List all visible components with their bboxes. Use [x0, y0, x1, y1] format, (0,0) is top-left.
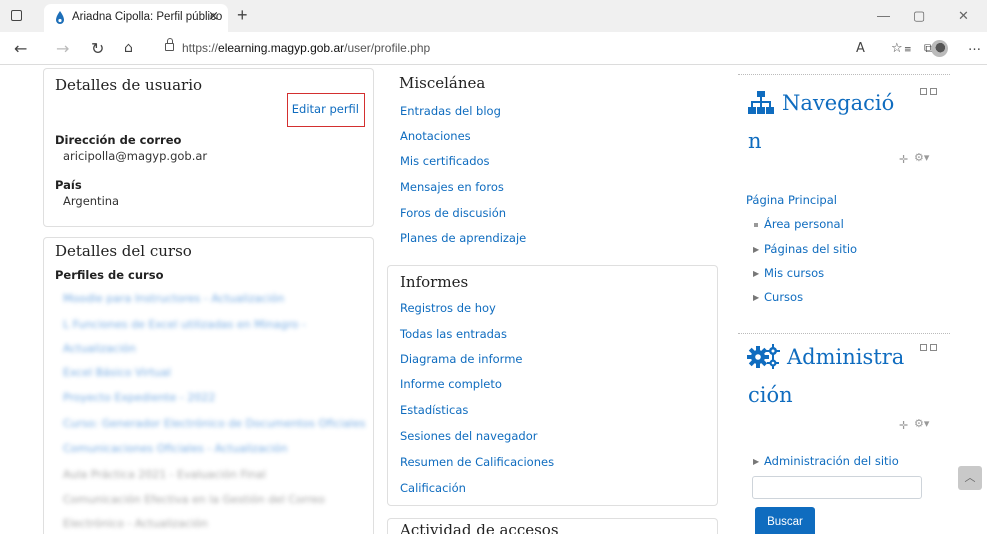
forward-icon[interactable]: → — [56, 39, 69, 58]
url-field[interactable]: https://elearning.magyp.gob.ar/user/prof… — [182, 41, 430, 55]
reports-title: Informes — [400, 273, 469, 291]
email-link[interactable]: aricipolla@magyp.gob.ar — [63, 149, 207, 163]
todays-logs-link[interactable]: Registros de hoy — [400, 301, 496, 315]
search-button[interactable]: Buscar — [755, 507, 815, 534]
country-value: Argentina — [63, 194, 120, 208]
expand-arrow-icon[interactable]: ▶ — [753, 245, 759, 254]
favorites-icon[interactable]: ☆ — [891, 41, 903, 56]
expand-arrow-icon[interactable]: ▶ — [753, 269, 759, 278]
lock-icon[interactable] — [165, 38, 174, 51]
nav-site-pages-link[interactable]: Páginas del sitio — [764, 242, 857, 256]
site-administration-link[interactable]: Administración del sitio — [764, 454, 899, 468]
course-profiles-label: Perfiles de curso — [55, 268, 164, 282]
misc-title: Miscelánea — [399, 74, 486, 92]
new-tab-icon[interactable]: + — [237, 5, 248, 26]
course-profile-link[interactable]: Proyecto Expediente - 2022 — [63, 391, 215, 404]
course-profile-link[interactable]: Comunicaciones Oficiales - Actualización — [63, 442, 288, 455]
read-aloud-icon[interactable]: A — [856, 41, 865, 56]
nav-dashboard-link[interactable]: Área personal — [764, 217, 844, 231]
course-profile-link[interactable]: L Funciones de Excel utilizadas en Minag… — [63, 318, 306, 331]
forum-posts-link[interactable]: Mensajes en foros — [400, 180, 504, 194]
user-details-title: Detalles de usuario — [55, 76, 203, 94]
tab-title: Ariadna Cipolla: Perfil público — [72, 11, 223, 23]
access-activity-card: Actividad de accesos — [387, 518, 718, 534]
move-block-icon[interactable]: ✛ — [899, 419, 908, 432]
learning-plans-link[interactable]: Planes de aprendizaje — [400, 231, 526, 245]
edit-profile-link[interactable]: Editar perfil — [287, 93, 365, 127]
address-bar: ← → ↻ ⌂ https://elearning.magyp.gob.ar/u… — [0, 32, 987, 65]
discussion-forums-link[interactable]: Foros de discusión — [400, 206, 506, 220]
browser-tab[interactable]: Ariadna Cipolla: Perfil público × — [44, 4, 228, 32]
access-activity-title: Actividad de accesos — [400, 521, 559, 534]
course-details-title: Detalles del curso — [55, 242, 192, 260]
dock-block-icon[interactable] — [920, 88, 927, 95]
collapse-block-icon[interactable] — [930, 344, 937, 351]
navigation-title-wrap: n — [748, 129, 762, 153]
browser-sessions-link[interactable]: Sesiones del navegador — [400, 429, 537, 443]
email-label: Dirección de correo — [55, 133, 182, 147]
favorites-list-icon: ≡ — [904, 45, 912, 55]
nav-courses-link[interactable]: Cursos — [764, 290, 803, 304]
back-icon[interactable]: ← — [14, 39, 27, 58]
sitemap-icon — [748, 91, 774, 114]
expand-arrow-icon[interactable]: ▶ — [753, 457, 759, 466]
block-settings-icon[interactable]: ⚙▾ — [914, 417, 929, 430]
profile-avatar[interactable] — [931, 40, 948, 57]
outline-report-link[interactable]: Diagrama de informe — [400, 352, 522, 366]
close-window-icon[interactable]: ✕ — [958, 8, 969, 24]
complete-report-link[interactable]: Informe completo — [400, 377, 502, 391]
blog-entries-link[interactable]: Entradas del blog — [400, 104, 501, 118]
course-profile-link[interactable]: Comunicación Efectiva en la Gestión del … — [63, 493, 325, 506]
nav-my-courses-link[interactable]: Mis cursos — [764, 266, 824, 280]
back-to-top-button[interactable]: ︿ — [958, 466, 982, 490]
cogs-icon — [747, 344, 780, 369]
course-profile-link[interactable]: Aula Práctica 2021 - Evaluación Final — [63, 468, 266, 481]
moodle-favicon-icon — [56, 11, 64, 24]
grade-link[interactable]: Calificación — [400, 481, 466, 495]
all-entries-link[interactable]: Todas las entradas — [400, 327, 507, 341]
block-divider — [738, 74, 950, 75]
nav-home-link[interactable]: Página Principal — [746, 193, 837, 207]
collapse-block-icon[interactable] — [930, 88, 937, 95]
notes-link[interactable]: Anotaciones — [400, 129, 471, 143]
country-label: País — [55, 178, 82, 192]
grades-overview-link[interactable]: Resumen de Calificaciones — [400, 455, 554, 469]
course-profile-link[interactable]: Excel Básico Virtual — [63, 366, 171, 379]
bullet-icon — [754, 223, 758, 227]
tab-close-icon[interactable]: × — [208, 9, 219, 24]
reload-icon[interactable]: ↻ — [91, 39, 104, 58]
navigation-title: Navegació — [782, 91, 895, 115]
block-divider — [738, 333, 950, 334]
course-profile-link[interactable]: Moodle para Instructores - Actualización — [63, 292, 284, 305]
course-profile-link[interactable]: Curso: Generador Electrónico de Document… — [63, 417, 366, 430]
course-profile-link[interactable]: Electrónico - Actualización — [63, 517, 208, 530]
block-settings-icon[interactable]: ⚙▾ — [914, 151, 929, 164]
browser-tab-strip: Ariadna Cipolla: Perfil público × + — ▢ … — [0, 0, 987, 32]
tab-actions-icon[interactable] — [11, 10, 22, 21]
dock-block-icon[interactable] — [920, 344, 927, 351]
home-icon[interactable]: ⌂ — [124, 40, 133, 56]
course-profile-link[interactable]: Actualización — [63, 342, 136, 355]
expand-arrow-icon[interactable]: ▶ — [753, 293, 759, 302]
minimize-icon[interactable]: — — [877, 8, 890, 23]
admin-search-input[interactable] — [752, 476, 922, 499]
move-block-icon[interactable]: ✛ — [899, 153, 908, 166]
more-menu-icon[interactable]: … — [968, 39, 981, 54]
administration-title-wrap: ción — [748, 383, 793, 407]
certificates-link[interactable]: Mis certificados — [400, 154, 490, 168]
statistics-link[interactable]: Estadísticas — [400, 403, 468, 417]
administration-title: Administra — [787, 345, 905, 369]
restore-icon[interactable]: ▢ — [913, 8, 925, 24]
